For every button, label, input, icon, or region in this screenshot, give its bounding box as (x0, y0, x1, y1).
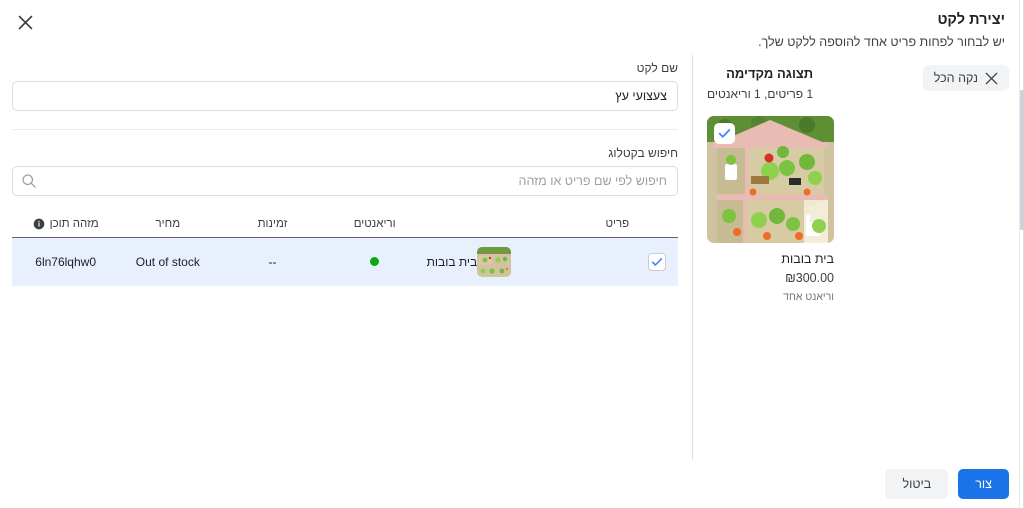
preview-subtitle: 1 פריטים, 1 וריאנטים (707, 87, 814, 101)
column-header-select (635, 218, 678, 238)
clear-all-label: נקה הכל (933, 71, 978, 85)
section-divider (12, 129, 678, 130)
preview-panel: תצוגה מקדימה 1 פריטים, 1 וריאנטים נקה הכ… (692, 55, 1023, 460)
row-content-id-cell: 6ln76lqhw0 (35, 255, 96, 269)
close-icon (985, 72, 998, 84)
catalog-search-field-group: חיפוש בקטלוג (12, 146, 678, 196)
dialog-body: שם לקט חיפוש בקטלוג (0, 55, 1023, 460)
row-variants-cell (329, 238, 421, 287)
dialog-subtitle: יש לבחור לפחות פריט אחד להוספה ללקט שלך. (758, 35, 1005, 49)
catalog-search-label: חיפוש בקטלוג (608, 146, 678, 160)
preview-card[interactable]: בית בובות ₪300.00 וריאנט אחד (707, 116, 834, 305)
collection-name-field-group: שם לקט (12, 61, 678, 111)
row-checkbox[interactable] (647, 253, 666, 271)
preview-card-price: ₪300.00 (785, 271, 834, 285)
variant-status-dot-icon (370, 257, 380, 266)
dialog-header: יצירת לקט יש לבחור לפחות פריט אחד להוספה… (0, 0, 1023, 55)
scrollbar-thumb[interactable] (1020, 90, 1024, 230)
preview-card-checkbox[interactable] (714, 123, 735, 144)
catalog-table-body: בית בובות -- Out of stock 6ln76lqhw0 (12, 237, 678, 287)
table-row[interactable]: בית בובות -- Out of stock 6ln76lqhw0 (12, 237, 678, 287)
collection-name-input[interactable] (12, 81, 678, 111)
catalog-table: פריט וריאנטים זמינות מחיר מזהה תוכן בית … (12, 218, 678, 286)
preview-card-title: בית בובות (781, 252, 834, 266)
create-collection-dialog: יצירת לקט יש לבחור לפחות פריט אחד להוספה… (0, 0, 1024, 508)
column-header-content-id-label: מזהה תוכן (49, 218, 99, 230)
preview-heading-block: תצוגה מקדימה 1 פריטים, 1 וריאנטים (707, 65, 813, 103)
info-icon[interactable] (33, 218, 45, 230)
scrollbar[interactable] (1019, 0, 1024, 508)
checkmark-icon (718, 129, 731, 138)
cancel-button[interactable]: ביטול (885, 469, 949, 499)
preview-title: תצוגה מקדימה (726, 66, 814, 81)
checkmark-icon (651, 258, 662, 266)
create-button[interactable]: צור (958, 469, 1009, 499)
content-id-header-inner: מזהה תוכן (33, 218, 99, 230)
preview-card-image (707, 116, 834, 243)
catalog-table-head: פריט וריאנטים זמינות מחיר מזהה תוכן (12, 218, 678, 238)
column-header-availability: זמינות (216, 218, 329, 238)
catalog-search-wrapper (12, 166, 678, 196)
close-glyph (18, 15, 32, 29)
row-item-cell: בית בובות (421, 238, 636, 287)
column-header-item: פריט (420, 218, 636, 238)
collection-name-label: שם לקט (636, 61, 678, 75)
row-availability-cell: -- (268, 255, 277, 269)
row-item-name: בית בובות (426, 255, 478, 269)
dollhouse-thumbnail-icon (477, 247, 512, 277)
catalog-table-area: פריט וריאנטים זמינות מחיר מזהה תוכן בית … (12, 218, 678, 460)
clear-all-button[interactable]: נקה הכל (922, 65, 1009, 91)
close-icon[interactable] (12, 9, 38, 35)
search-input[interactable] (12, 166, 678, 196)
row-item-inner: בית בובות (427, 247, 630, 277)
column-header-variants: וריאנטים (328, 218, 421, 238)
column-header-content-id: מזהה תוכן (12, 218, 120, 238)
main-panel: שם לקט חיפוש בקטלוג (0, 55, 692, 460)
dialog-footer: ביטול צור (0, 460, 1023, 508)
row-select-cell (635, 238, 678, 287)
preview-header: תצוגה מקדימה 1 פריטים, 1 וריאנטים נקה הכ… (707, 65, 1009, 103)
row-stock-status-cell: Out of stock (135, 255, 200, 269)
page-title: יצירת לקט (937, 12, 1005, 28)
column-header-price: מחיר (119, 218, 217, 238)
row-thumbnail (477, 247, 512, 277)
preview-card-variants: וריאנט אחד (783, 291, 834, 303)
header-text-block: יצירת לקט יש לבחור לפחות פריט אחד להוספה… (16, 10, 1007, 51)
table-header-row: פריט וריאנטים זמינות מחיר מזהה תוכן (12, 218, 678, 238)
